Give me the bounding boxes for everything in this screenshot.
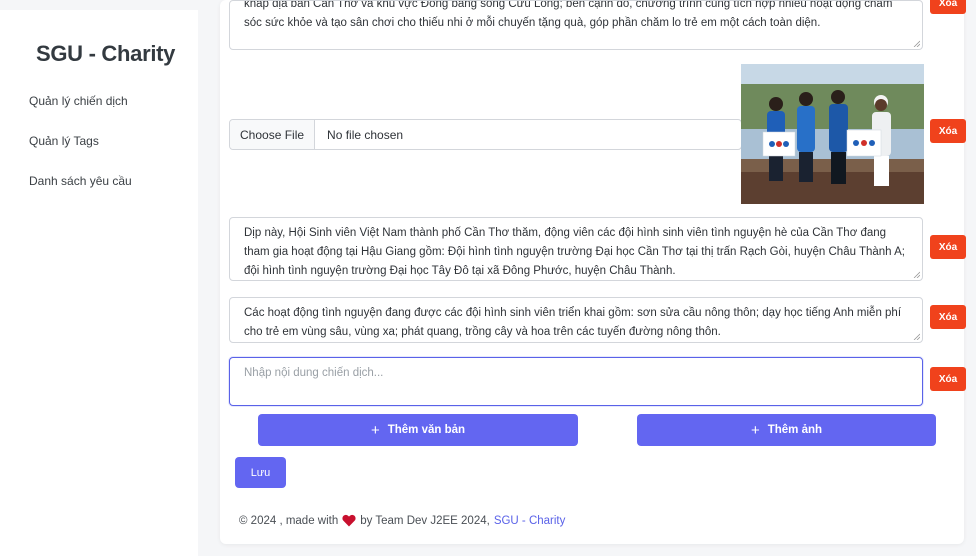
delete-button[interactable]: Xóa bbox=[930, 119, 966, 143]
file-input[interactable]: Choose File No file chosen bbox=[229, 119, 742, 150]
plus-icon: + bbox=[370, 421, 380, 439]
save-button[interactable]: Lưu bbox=[235, 457, 286, 488]
add-image-label: Thêm ảnh bbox=[767, 424, 823, 436]
resize-grip-icon[interactable] bbox=[913, 333, 920, 340]
new-content-textarea[interactable]: Nhập nội dung chiến dịch... bbox=[229, 357, 923, 406]
plus-icon: + bbox=[750, 421, 760, 439]
add-text-button[interactable]: + Thêm văn bản bbox=[258, 414, 578, 446]
delete-label: Xóa bbox=[938, 241, 958, 253]
delete-label: Xóa bbox=[938, 0, 958, 9]
delete-label: Xóa bbox=[938, 125, 958, 137]
resize-grip-icon[interactable] bbox=[913, 40, 920, 47]
delete-button[interactable]: Xóa bbox=[930, 367, 966, 391]
sidebar: SGU - Charity Quản lý chiến dịch Quản lý… bbox=[0, 10, 198, 556]
delete-label: Xóa bbox=[938, 311, 958, 323]
content-text-3: Các hoạt động tình nguyện đang được các … bbox=[244, 307, 902, 338]
choose-file-button[interactable]: Choose File bbox=[230, 120, 316, 149]
sidebar-item-requests[interactable]: Danh sách yêu cầu bbox=[29, 174, 132, 188]
content-textarea-3[interactable]: Các hoạt động tình nguyện đang được các … bbox=[229, 297, 923, 343]
content-textarea-1[interactable]: khắp địa bàn Cần Thơ và khu vực Đồng bằn… bbox=[229, 0, 923, 50]
content-text-2: Dịp này, Hội Sinh viên Việt Nam thành ph… bbox=[244, 227, 906, 277]
resize-grip-icon[interactable] bbox=[913, 271, 920, 278]
footer-prefix: © 2024 , made with bbox=[239, 514, 339, 527]
delete-button[interactable]: Xóa bbox=[930, 0, 966, 14]
new-content-placeholder: Nhập nội dung chiến dịch... bbox=[244, 367, 384, 379]
footer-link[interactable]: SGU - Charity bbox=[494, 515, 566, 527]
brand-title: SGU - Charity bbox=[36, 41, 176, 66]
footer: © 2024 , made with by Team Dev J2EE 2024… bbox=[239, 514, 565, 527]
sidebar-item-tags[interactable]: Quản lý Tags bbox=[29, 134, 99, 148]
delete-button[interactable]: Xóa bbox=[930, 235, 966, 259]
file-status: No file chosen bbox=[327, 127, 404, 142]
uploaded-photo bbox=[741, 64, 924, 204]
add-image-button[interactable]: + Thêm ảnh bbox=[637, 414, 936, 446]
content-textarea-2[interactable]: Dịp này, Hội Sinh viên Việt Nam thành ph… bbox=[229, 217, 923, 281]
footer-middle: by Team Dev J2EE 2024, bbox=[360, 514, 490, 527]
delete-button[interactable]: Xóa bbox=[930, 305, 966, 329]
add-text-label: Thêm văn bản bbox=[387, 424, 466, 436]
save-label: Lưu bbox=[250, 466, 271, 479]
heart-icon bbox=[342, 514, 356, 527]
sidebar-item-campaigns[interactable]: Quản lý chiến dịch bbox=[29, 94, 128, 108]
content-text-1: khắp địa bàn Cần Thơ và khu vực Đồng bằn… bbox=[244, 0, 893, 29]
delete-label: Xóa bbox=[938, 373, 958, 385]
